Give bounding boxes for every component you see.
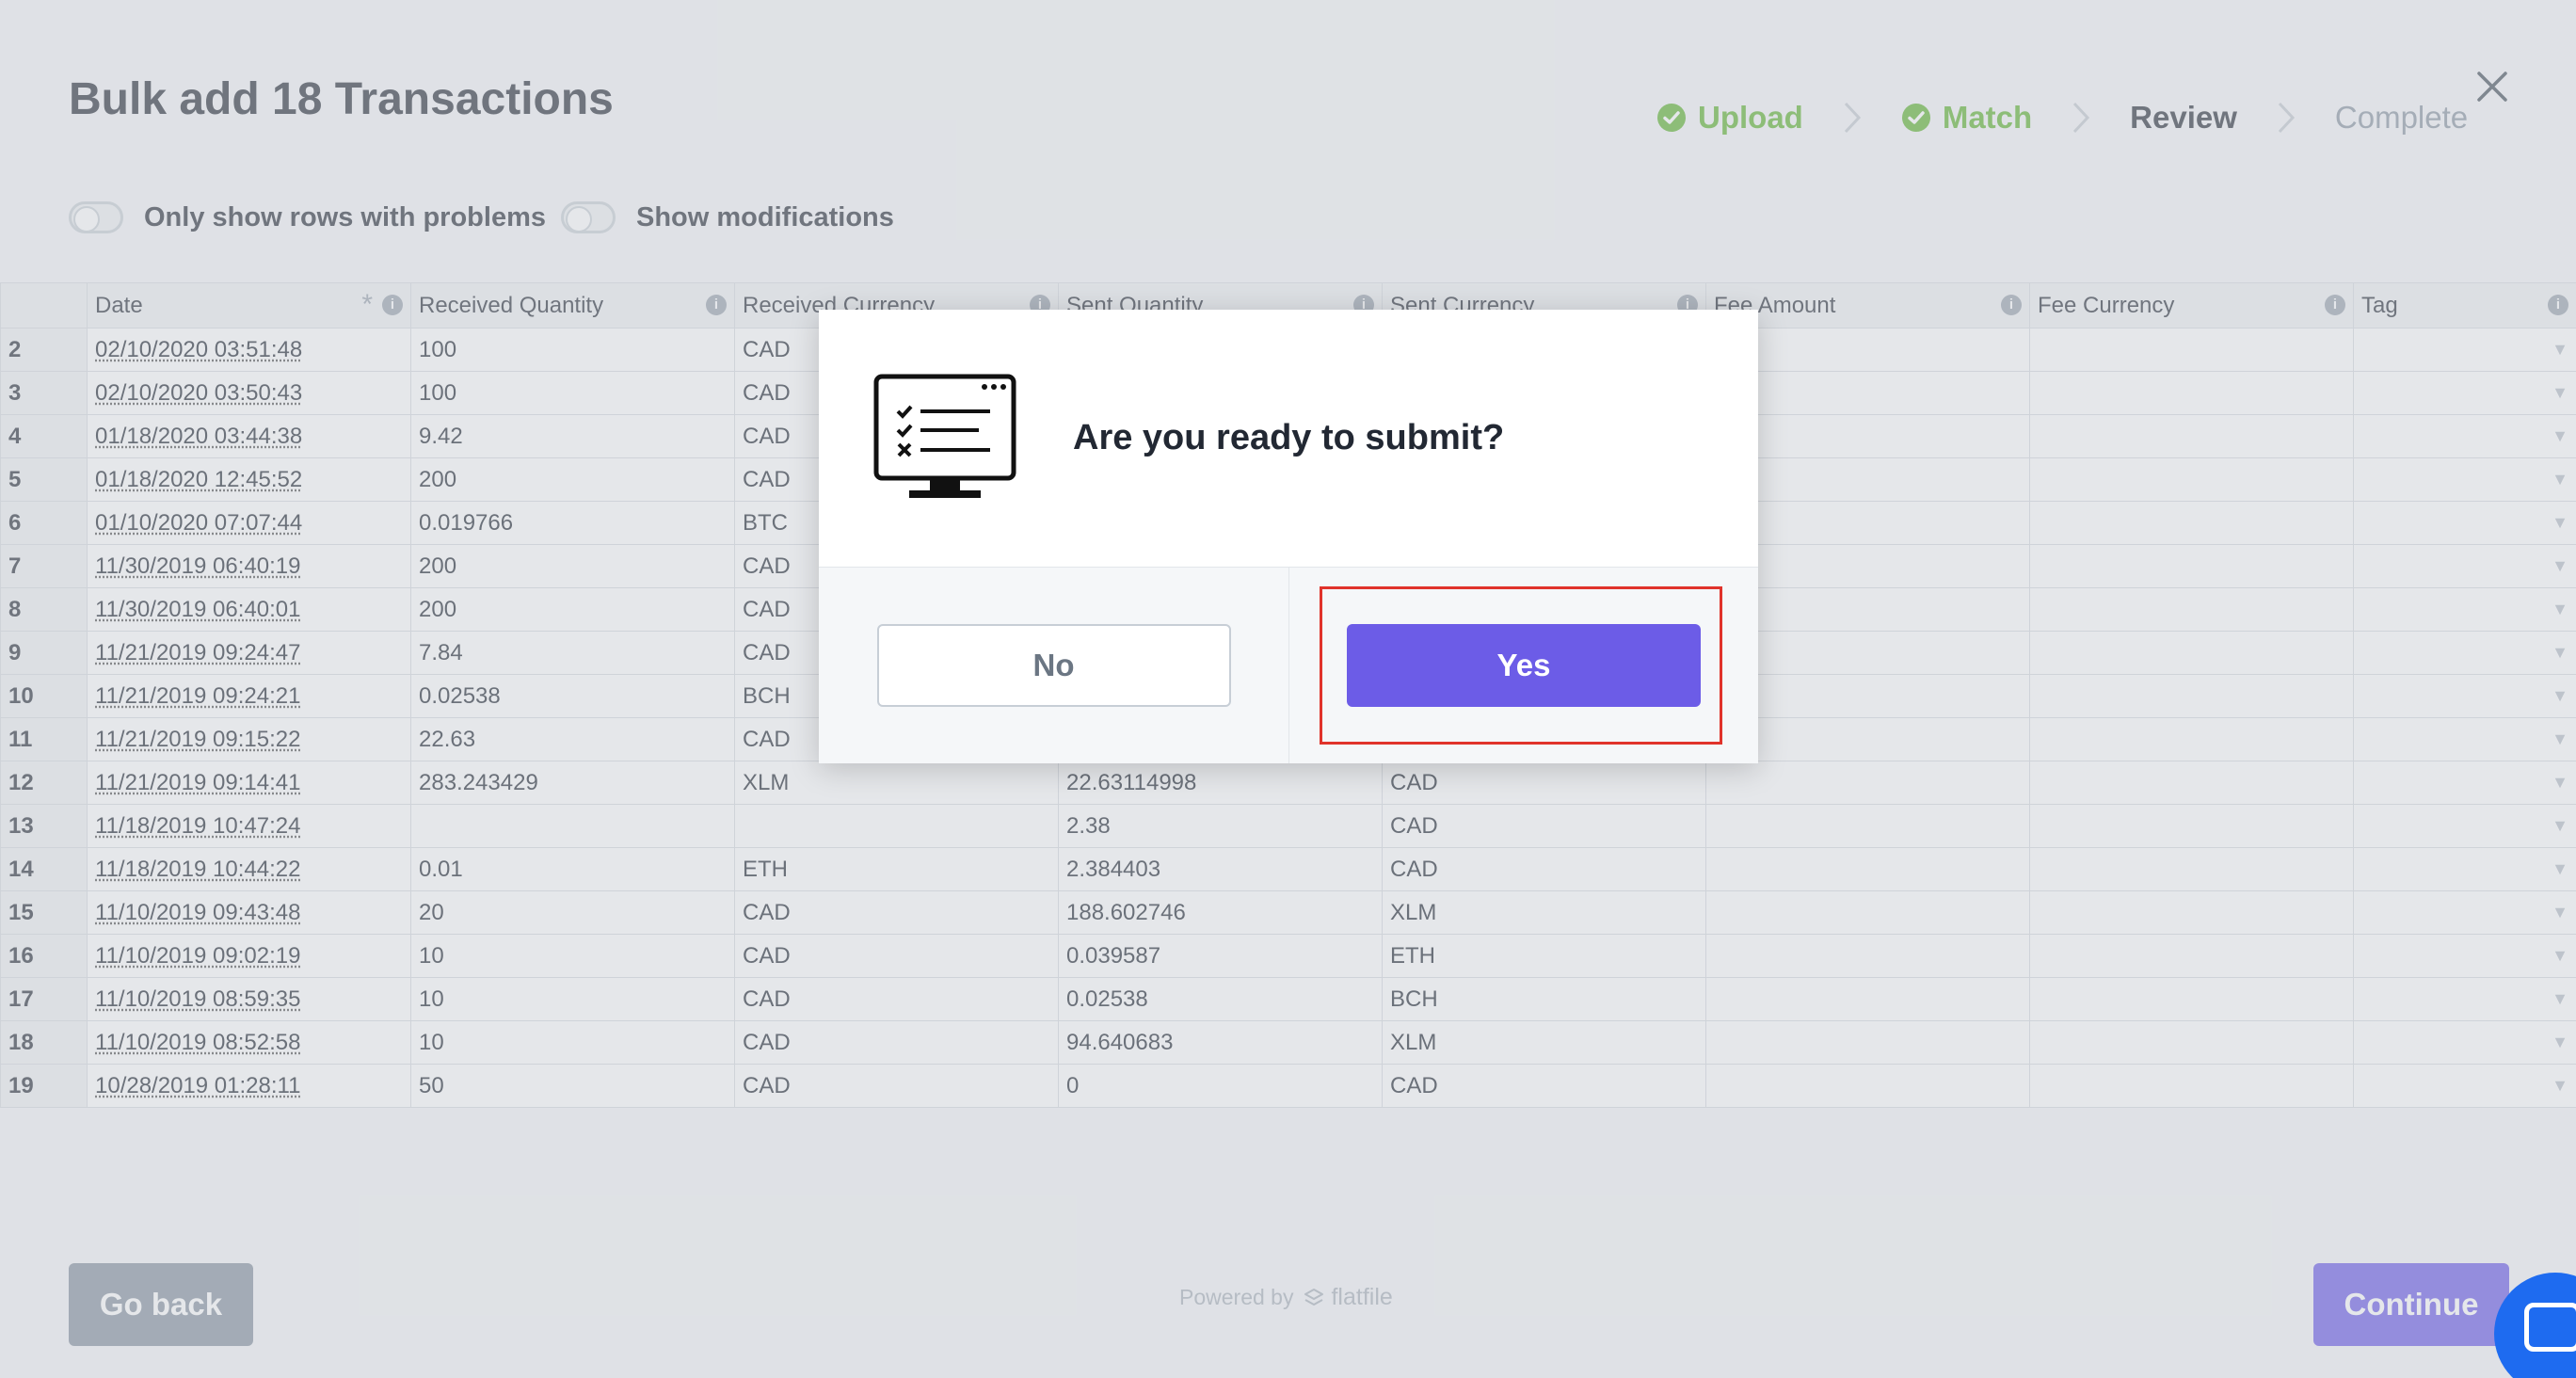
submit-confirm-dialog: Are you ready to submit? No Yes (819, 310, 1758, 763)
dialog-actions: No Yes (819, 568, 1758, 763)
chat-icon (2524, 1303, 2576, 1352)
dialog-question: Are you ready to submit? (1073, 418, 1504, 458)
no-button[interactable]: No (877, 624, 1231, 707)
checklist-monitor-icon (873, 374, 1016, 502)
no-action-area: No (819, 568, 1288, 763)
focus-highlight (1320, 586, 1722, 745)
yes-action-area: Yes (1288, 568, 1758, 763)
dialog-body: Are you ready to submit? (819, 310, 1758, 568)
